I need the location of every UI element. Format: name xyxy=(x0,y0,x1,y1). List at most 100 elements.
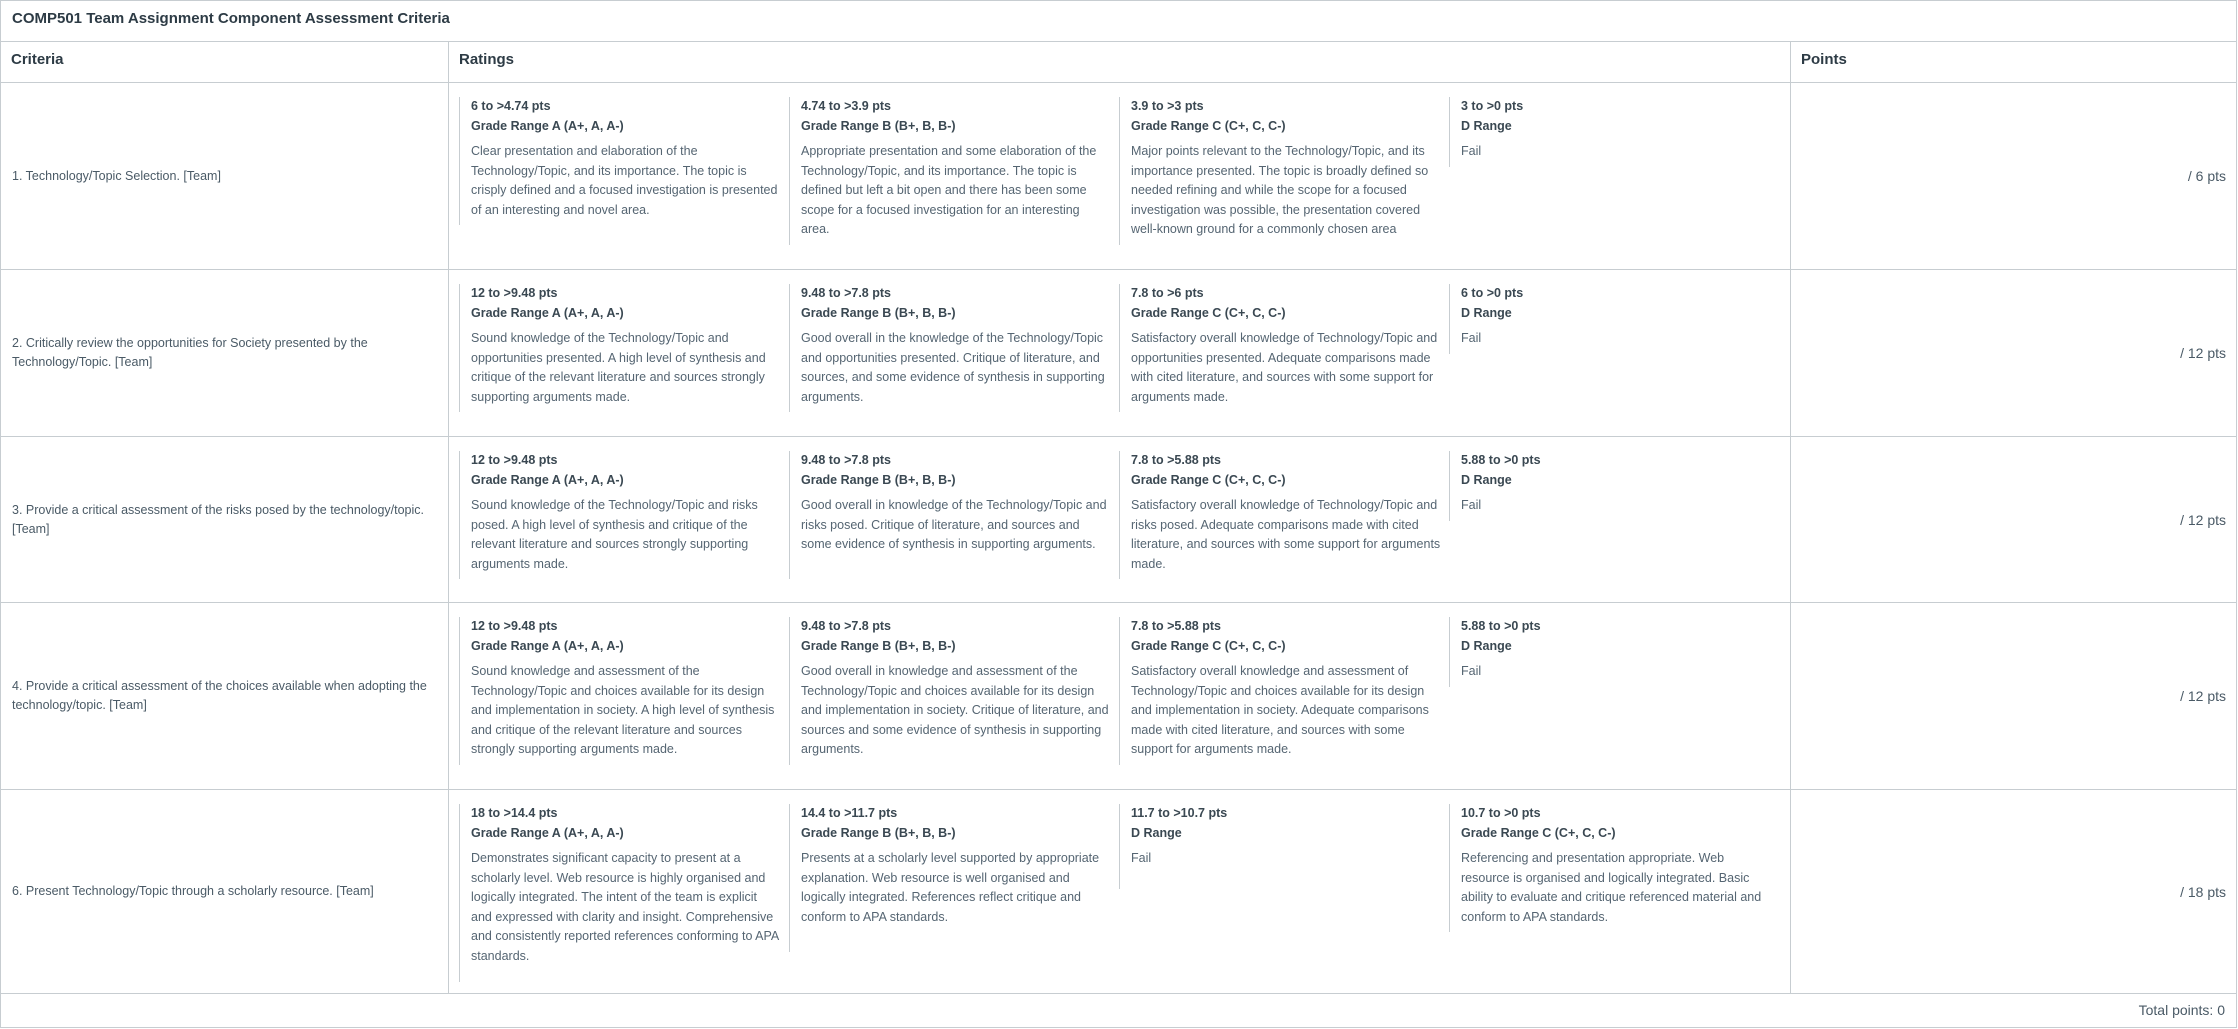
rating-points: 9.48 to >7.8 pts xyxy=(801,619,891,633)
rating-description: Appropriate presentation and some elabor… xyxy=(801,144,1097,236)
rating-title: Grade Range B (B+, B, B-) xyxy=(801,305,956,320)
rating-points: 7.8 to >5.88 pts xyxy=(1131,453,1221,467)
rating-description: Sound knowledge and assessment of the Te… xyxy=(471,664,775,756)
rating-tier[interactable]: 3.9 to >3 pts Grade Range C (C+, C, C-) … xyxy=(1119,97,1449,245)
rating-tier[interactable]: 3 to >0 pts D Range Fail xyxy=(1449,97,1779,167)
rating-title: Grade Range A (A+, A, A-) xyxy=(471,825,624,840)
rating-tier[interactable]: 6 to >0 pts D Range Fail xyxy=(1449,284,1779,354)
ratings-cell: 18 to >14.4 pts Grade Range A (A+, A, A-… xyxy=(448,790,1790,993)
rating-title: Grade Range C (C+, C, C-) xyxy=(1131,638,1286,653)
total-points: Total points: 0 xyxy=(2138,1002,2225,1018)
rubric-table: COMP501 Team Assignment Component Assess… xyxy=(0,0,2237,1028)
rating-points: 7.8 to >5.88 pts xyxy=(1131,619,1221,633)
ratings-cell: 12 to >9.48 pts Grade Range A (A+, A, A-… xyxy=(448,270,1790,436)
rating-points: 3 to >0 pts xyxy=(1461,99,1524,113)
points-cell: / 12 pts xyxy=(1790,603,2237,789)
rating-title: Grade Range A (A+, A, A-) xyxy=(471,638,624,653)
rating-points: 12 to >9.48 pts xyxy=(471,453,558,467)
rating-title: Grade Range B (B+, B, B-) xyxy=(801,118,956,133)
criterion-row: 2. Critically review the opportunities f… xyxy=(1,270,2236,437)
rating-description: Demonstrates significant capacity to pre… xyxy=(471,851,779,963)
rating-points: 9.48 to >7.8 pts xyxy=(801,453,891,467)
rating-points: 10.7 to >0 pts xyxy=(1461,806,1541,820)
rating-tier[interactable]: 4.74 to >3.9 pts Grade Range B (B+, B, B… xyxy=(789,97,1119,245)
rating-title: D Range xyxy=(1131,825,1182,840)
rating-points: 5.88 to >0 pts xyxy=(1461,453,1541,467)
rating-tier[interactable]: 11.7 to >10.7 pts D Range Fail xyxy=(1119,804,1449,889)
rating-points: 6 to >0 pts xyxy=(1461,286,1524,300)
rating-title: Grade Range B (B+, B, B-) xyxy=(801,638,956,653)
criterion-description: 1. Technology/Topic Selection. [Team] xyxy=(12,168,221,183)
rating-description: Referencing and presentation appropriate… xyxy=(1461,851,1762,924)
rating-description: Clear presentation and elaboration of th… xyxy=(471,144,778,217)
rating-title: Grade Range B (B+, B, B-) xyxy=(801,472,956,487)
rating-tier[interactable]: 9.48 to >7.8 pts Grade Range B (B+, B, B… xyxy=(789,617,1119,765)
criterion-description: 2. Critically review the opportunities f… xyxy=(12,336,368,369)
rating-description: Satisfactory overall knowledge of Techno… xyxy=(1131,331,1438,404)
header-points: Points xyxy=(1790,42,2237,82)
criterion-description: 4. Provide a critical assessment of the … xyxy=(12,679,427,712)
rating-tier[interactable]: 9.48 to >7.8 pts Grade Range B (B+, B, B… xyxy=(789,284,1119,412)
points-cell: / 18 pts xyxy=(1790,790,2237,993)
points-cell: / 12 pts xyxy=(1790,270,2237,436)
rating-title: D Range xyxy=(1461,305,1512,320)
rating-title: Grade Range A (A+, A, A-) xyxy=(471,118,624,133)
rating-points: 7.8 to >6 pts xyxy=(1131,286,1204,300)
rating-tier[interactable]: 7.8 to >5.88 pts Grade Range C (C+, C, C… xyxy=(1119,451,1449,579)
criterion-row: 6. Present Technology/Topic through a sc… xyxy=(1,790,2236,994)
points-cell: / 12 pts xyxy=(1790,437,2237,602)
criterion-description: 6. Present Technology/Topic through a sc… xyxy=(12,884,374,898)
rating-description: Fail xyxy=(1461,331,1482,345)
rubric-title: COMP501 Team Assignment Component Assess… xyxy=(1,1,2236,42)
rating-title: Grade Range A (A+, A, A-) xyxy=(471,472,624,487)
ratings-cell: 12 to >9.48 pts Grade Range A (A+, A, A-… xyxy=(448,603,1790,789)
criterion-row: 4. Provide a critical assessment of the … xyxy=(1,603,2236,790)
rating-tier[interactable]: 5.88 to >0 pts D Range Fail xyxy=(1449,451,1779,521)
rating-points: 6 to >4.74 pts xyxy=(471,99,551,113)
rating-tier[interactable]: 10.7 to >0 pts Grade Range C (C+, C, C-)… xyxy=(1449,804,1779,932)
rating-title: D Range xyxy=(1461,118,1512,133)
rating-description: Fail xyxy=(1461,664,1482,678)
rating-description: Good overall in knowledge and assessment… xyxy=(801,664,1109,756)
rating-points: 5.88 to >0 pts xyxy=(1461,619,1541,633)
rating-tier[interactable]: 18 to >14.4 pts Grade Range A (A+, A, A-… xyxy=(459,804,789,982)
rating-description: Good overall in the knowledge of the Tec… xyxy=(801,331,1105,404)
rating-tier[interactable]: 5.88 to >0 pts D Range Fail xyxy=(1449,617,1779,687)
rating-points: 11.7 to >10.7 pts xyxy=(1131,806,1228,820)
criterion-row: 3. Provide a critical assessment of the … xyxy=(1,437,2236,603)
rating-tier[interactable]: 12 to >9.48 pts Grade Range A (A+, A, A-… xyxy=(459,617,789,765)
rating-description: Presents at a scholarly level supported … xyxy=(801,851,1100,924)
rating-points: 4.74 to >3.9 pts xyxy=(801,99,891,113)
rating-tier[interactable]: 12 to >9.48 pts Grade Range A (A+, A, A-… xyxy=(459,451,789,579)
rating-tier[interactable]: 9.48 to >7.8 pts Grade Range B (B+, B, B… xyxy=(789,451,1119,579)
rating-title: Grade Range C (C+, C, C-) xyxy=(1131,118,1286,133)
header-ratings: Ratings xyxy=(448,42,1790,82)
rating-description: Satisfactory overall knowledge of Techno… xyxy=(1131,498,1441,571)
rating-title: D Range xyxy=(1461,638,1512,653)
rating-description: Sound knowledge of the Technology/Topic … xyxy=(471,498,758,571)
rating-description: Sound knowledge of the Technology/Topic … xyxy=(471,331,766,404)
rating-tier[interactable]: 7.8 to >5.88 pts Grade Range C (C+, C, C… xyxy=(1119,617,1449,765)
rating-points: 3.9 to >3 pts xyxy=(1131,99,1204,113)
rating-description: Fail xyxy=(1461,498,1482,512)
rating-title: Grade Range C (C+, C, C-) xyxy=(1131,305,1286,320)
rating-tier[interactable]: 7.8 to >6 pts Grade Range C (C+, C, C-) … xyxy=(1119,284,1449,412)
points-cell: / 6 pts xyxy=(1790,83,2237,269)
rating-title: D Range xyxy=(1461,472,1512,487)
rating-title: Grade Range A (A+, A, A-) xyxy=(471,305,624,320)
rating-title: Grade Range B (B+, B, B-) xyxy=(801,825,956,840)
rating-tier[interactable]: 12 to >9.48 pts Grade Range A (A+, A, A-… xyxy=(459,284,789,412)
rating-points: 12 to >9.48 pts xyxy=(471,619,558,633)
rating-points: 14.4 to >11.7 pts xyxy=(801,806,898,820)
rating-description: Major points relevant to the Technology/… xyxy=(1131,144,1429,236)
rating-description: Fail xyxy=(1131,851,1152,865)
rating-tier[interactable]: 14.4 to >11.7 pts Grade Range B (B+, B, … xyxy=(789,804,1119,952)
rating-tier[interactable]: 6 to >4.74 pts Grade Range A (A+, A, A-)… xyxy=(459,97,789,225)
ratings-cell: 12 to >9.48 pts Grade Range A (A+, A, A-… xyxy=(448,437,1790,602)
table-header: Criteria Ratings Points xyxy=(1,42,2236,83)
rating-description: Good overall in knowledge of the Technol… xyxy=(801,498,1107,551)
criterion-description: 3. Provide a critical assessment of the … xyxy=(12,502,425,536)
rating-title: Grade Range C (C+, C, C-) xyxy=(1131,472,1286,487)
header-criteria: Criteria xyxy=(11,51,64,68)
rating-points: 18 to >14.4 pts xyxy=(471,806,558,820)
